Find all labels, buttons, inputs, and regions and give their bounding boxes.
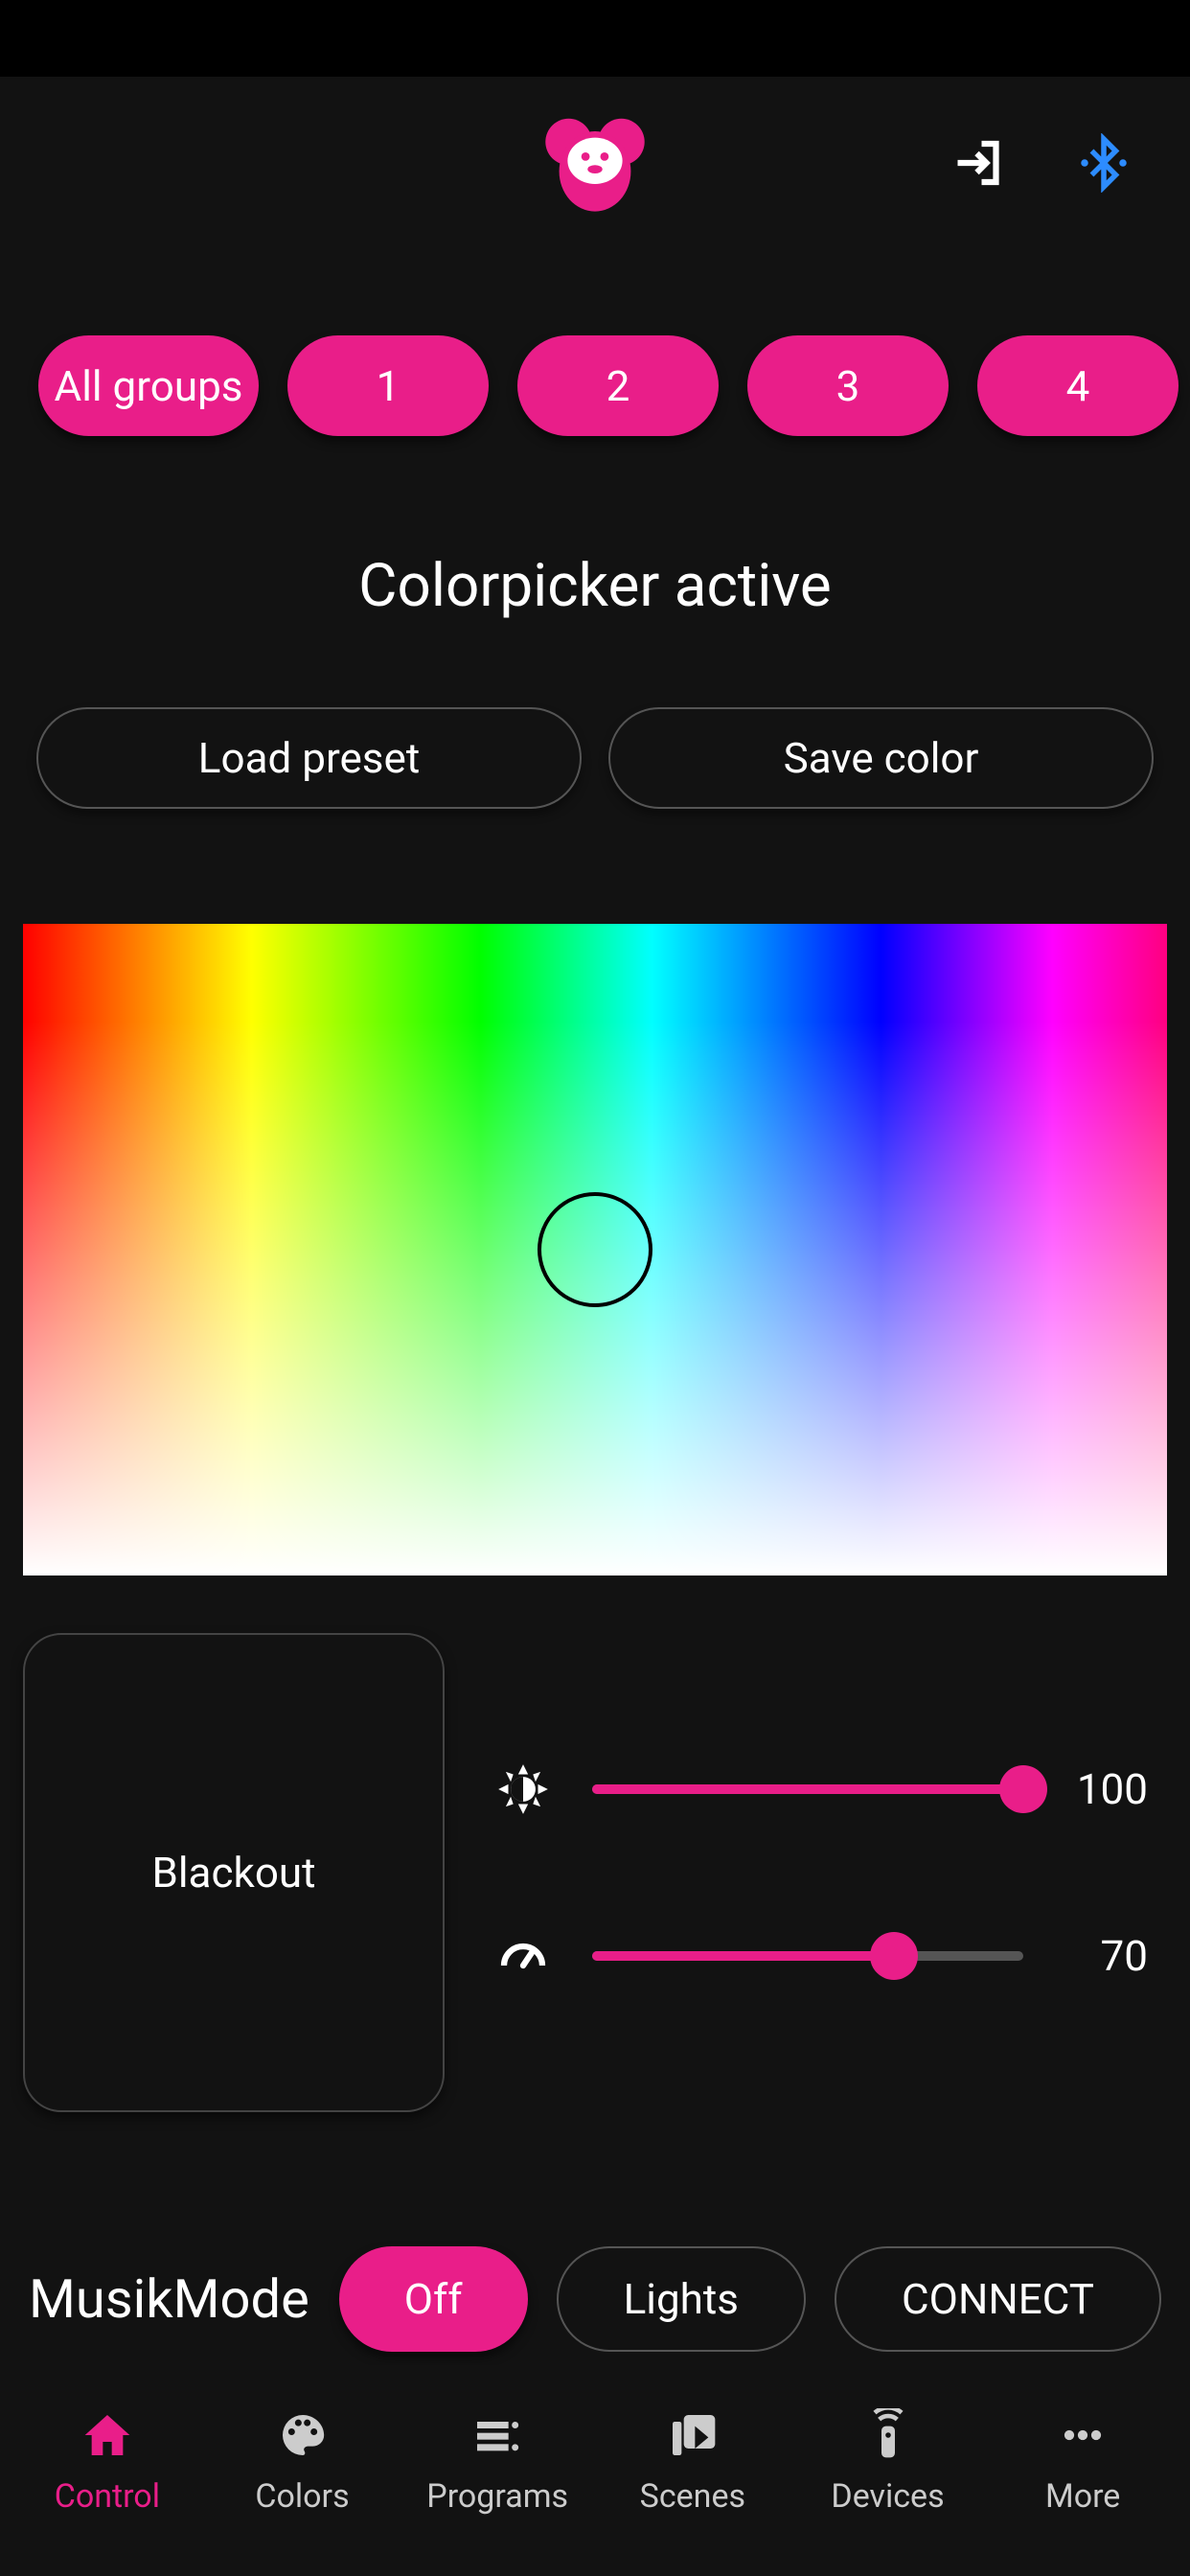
nav-scenes-label: Scenes <box>640 2477 745 2516</box>
load-preset-button[interactable]: Load preset <box>36 707 582 809</box>
nav-programs[interactable]: Programs <box>400 2406 595 2516</box>
music-connect-button[interactable]: CONNECT <box>835 2246 1161 2352</box>
group-4-button[interactable]: 4 <box>977 335 1179 436</box>
palette-icon <box>274 2406 332 2464</box>
bluetooth-icon[interactable] <box>1075 134 1133 192</box>
dots-icon <box>1054 2406 1111 2464</box>
group-3-button[interactable]: 3 <box>747 335 949 436</box>
login-icon[interactable] <box>950 134 1008 192</box>
nav-colors-label: Colors <box>255 2477 349 2516</box>
group-selector-row: All groups 1 2 3 4 <box>0 249 1190 474</box>
monkey-logo-icon <box>538 105 652 220</box>
preset-row: Load preset Save color <box>0 707 1190 809</box>
nav-more-label: More <box>1045 2477 1120 2516</box>
color-picker-area[interactable] <box>23 924 1167 1576</box>
list-icon <box>469 2406 526 2464</box>
brightness-icon <box>492 1759 554 1820</box>
nav-scenes[interactable]: Scenes <box>595 2406 790 2516</box>
bottom-nav: Control Colors Programs Scenes Devices M… <box>0 2365 1190 2576</box>
speed-slider-row: 70 <box>492 1925 1148 1987</box>
group-2-button[interactable]: 2 <box>517 335 719 436</box>
nav-control-label: Control <box>55 2477 160 2516</box>
save-color-button[interactable]: Save color <box>608 707 1154 809</box>
brightness-value: 100 <box>1062 1764 1148 1814</box>
home-icon <box>79 2406 136 2464</box>
music-off-button[interactable]: Off <box>339 2246 528 2352</box>
music-mode-buttons: Off Lights CONNECT <box>338 2246 1161 2352</box>
nav-control[interactable]: Control <box>10 2406 205 2516</box>
speed-value: 70 <box>1062 1931 1148 1981</box>
nav-more[interactable]: More <box>985 2406 1180 2516</box>
group-all-button[interactable]: All groups <box>38 335 259 436</box>
speed-icon <box>492 1925 554 1987</box>
color-picker-handle[interactable] <box>538 1192 652 1307</box>
status-bar <box>0 0 1190 77</box>
scene-icon <box>664 2406 721 2464</box>
nav-devices[interactable]: Devices <box>790 2406 986 2516</box>
music-mode-row: MusikMode Off Lights CONNECT <box>0 2112 1190 2352</box>
sliders-container: 100 70 <box>492 1633 1167 2112</box>
app-header <box>0 77 1190 249</box>
music-mode-label: MusikMode <box>29 2267 309 2331</box>
nav-devices-label: Devices <box>831 2477 944 2516</box>
group-1-button[interactable]: 1 <box>287 335 489 436</box>
nav-colors[interactable]: Colors <box>205 2406 400 2516</box>
brightness-slider[interactable] <box>592 1784 1023 1794</box>
brightness-slider-row: 100 <box>492 1759 1148 1820</box>
controls-row: Blackout 100 <box>0 1576 1190 2112</box>
blackout-button[interactable]: Blackout <box>23 1633 445 2112</box>
music-lights-button[interactable]: Lights <box>557 2246 806 2352</box>
page-title: Colorpicker active <box>0 474 1190 707</box>
speed-slider[interactable] <box>592 1951 1023 1961</box>
nav-programs-label: Programs <box>426 2477 568 2516</box>
remote-icon <box>859 2406 917 2464</box>
